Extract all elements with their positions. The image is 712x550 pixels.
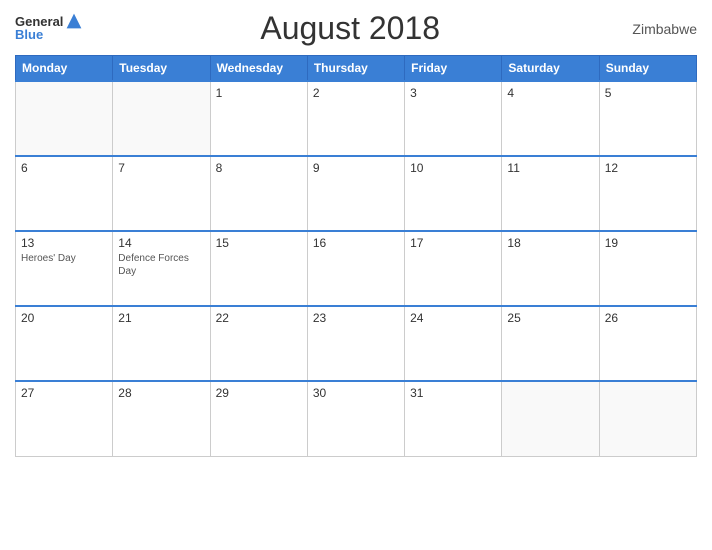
- calendar-cell: 28: [113, 381, 210, 456]
- logo-blue-text: Blue: [15, 28, 43, 42]
- calendar-table: Monday Tuesday Wednesday Thursday Friday…: [15, 55, 697, 457]
- day-number: 2: [313, 86, 399, 100]
- day-number: 18: [507, 236, 593, 250]
- calendar-cell: 7: [113, 156, 210, 231]
- calendar-cell: 5: [599, 81, 696, 156]
- day-number: 4: [507, 86, 593, 100]
- calendar-cell: 18: [502, 231, 599, 306]
- calendar-cell: [502, 381, 599, 456]
- holiday-name: Defence Forces Day: [118, 252, 204, 278]
- calendar-cell: 17: [405, 231, 502, 306]
- day-number: 6: [21, 161, 107, 175]
- day-number: 1: [216, 86, 302, 100]
- calendar-cell: [113, 81, 210, 156]
- calendar-cell: 24: [405, 306, 502, 381]
- day-number: 14: [118, 236, 204, 250]
- day-number: 20: [21, 311, 107, 325]
- header-tuesday: Tuesday: [113, 56, 210, 82]
- day-number: 9: [313, 161, 399, 175]
- calendar-week-row: 12345: [16, 81, 697, 156]
- day-number: 21: [118, 311, 204, 325]
- calendar-page: General Blue August 2018 Zimbabwe Monday…: [0, 0, 712, 550]
- day-number: 13: [21, 236, 107, 250]
- calendar-cell: 16: [307, 231, 404, 306]
- calendar-header: General Blue August 2018 Zimbabwe: [15, 10, 697, 47]
- day-number: 26: [605, 311, 691, 325]
- calendar-cell: 20: [16, 306, 113, 381]
- calendar-cell: 4: [502, 81, 599, 156]
- logo: General Blue: [15, 14, 83, 42]
- day-number: 27: [21, 386, 107, 400]
- calendar-week-row: 20 21 22 23 24 25 26: [16, 306, 697, 381]
- calendar-cell: 8: [210, 156, 307, 231]
- calendar-cell: 30: [307, 381, 404, 456]
- day-number: 5: [605, 86, 691, 100]
- day-number: 11: [507, 161, 593, 175]
- calendar-cell: 14 Defence Forces Day: [113, 231, 210, 306]
- holiday-name: Heroes' Day: [21, 252, 107, 265]
- calendar-cell: 15: [210, 231, 307, 306]
- calendar-cell: 19: [599, 231, 696, 306]
- calendar-title: August 2018: [83, 10, 617, 47]
- calendar-cell: 31: [405, 381, 502, 456]
- day-number: 31: [410, 386, 496, 400]
- calendar-cell: 22: [210, 306, 307, 381]
- calendar-cell: 13 Heroes' Day: [16, 231, 113, 306]
- calendar-cell: [599, 381, 696, 456]
- calendar-cell: 26: [599, 306, 696, 381]
- day-number: 19: [605, 236, 691, 250]
- day-number: 15: [216, 236, 302, 250]
- day-number: 16: [313, 236, 399, 250]
- day-number: 7: [118, 161, 204, 175]
- calendar-cell: 27: [16, 381, 113, 456]
- calendar-cell: 25: [502, 306, 599, 381]
- day-number: 22: [216, 311, 302, 325]
- calendar-cell: 3: [405, 81, 502, 156]
- calendar-cell: 2: [307, 81, 404, 156]
- calendar-cell: 12: [599, 156, 696, 231]
- day-number: 23: [313, 311, 399, 325]
- header-thursday: Thursday: [307, 56, 404, 82]
- header-monday: Monday: [16, 56, 113, 82]
- calendar-week-row: 13 Heroes' Day 14 Defence Forces Day 15 16 17 1…: [16, 231, 697, 306]
- header-saturday: Saturday: [502, 56, 599, 82]
- calendar-cell: 21: [113, 306, 210, 381]
- calendar-cell: 29: [210, 381, 307, 456]
- calendar-week-row: 27 28 29 30 31: [16, 381, 697, 456]
- calendar-cell: 1: [210, 81, 307, 156]
- day-number: 12: [605, 161, 691, 175]
- calendar-cell: [16, 81, 113, 156]
- header-wednesday: Wednesday: [210, 56, 307, 82]
- calendar-cell: 9: [307, 156, 404, 231]
- day-number: 17: [410, 236, 496, 250]
- day-number: 30: [313, 386, 399, 400]
- day-number: 29: [216, 386, 302, 400]
- day-number: 25: [507, 311, 593, 325]
- calendar-cell: 11: [502, 156, 599, 231]
- country-label: Zimbabwe: [617, 21, 697, 37]
- calendar-cell: 10: [405, 156, 502, 231]
- logo-icon: [65, 12, 83, 30]
- day-number: 3: [410, 86, 496, 100]
- header-sunday: Sunday: [599, 56, 696, 82]
- day-number: 10: [410, 161, 496, 175]
- header-friday: Friday: [405, 56, 502, 82]
- day-number: 24: [410, 311, 496, 325]
- day-number: 28: [118, 386, 204, 400]
- weekday-header-row: Monday Tuesday Wednesday Thursday Friday…: [16, 56, 697, 82]
- day-number: 8: [216, 161, 302, 175]
- calendar-week-row: 6789 10 11 12: [16, 156, 697, 231]
- calendar-cell: 6: [16, 156, 113, 231]
- calendar-cell: 23: [307, 306, 404, 381]
